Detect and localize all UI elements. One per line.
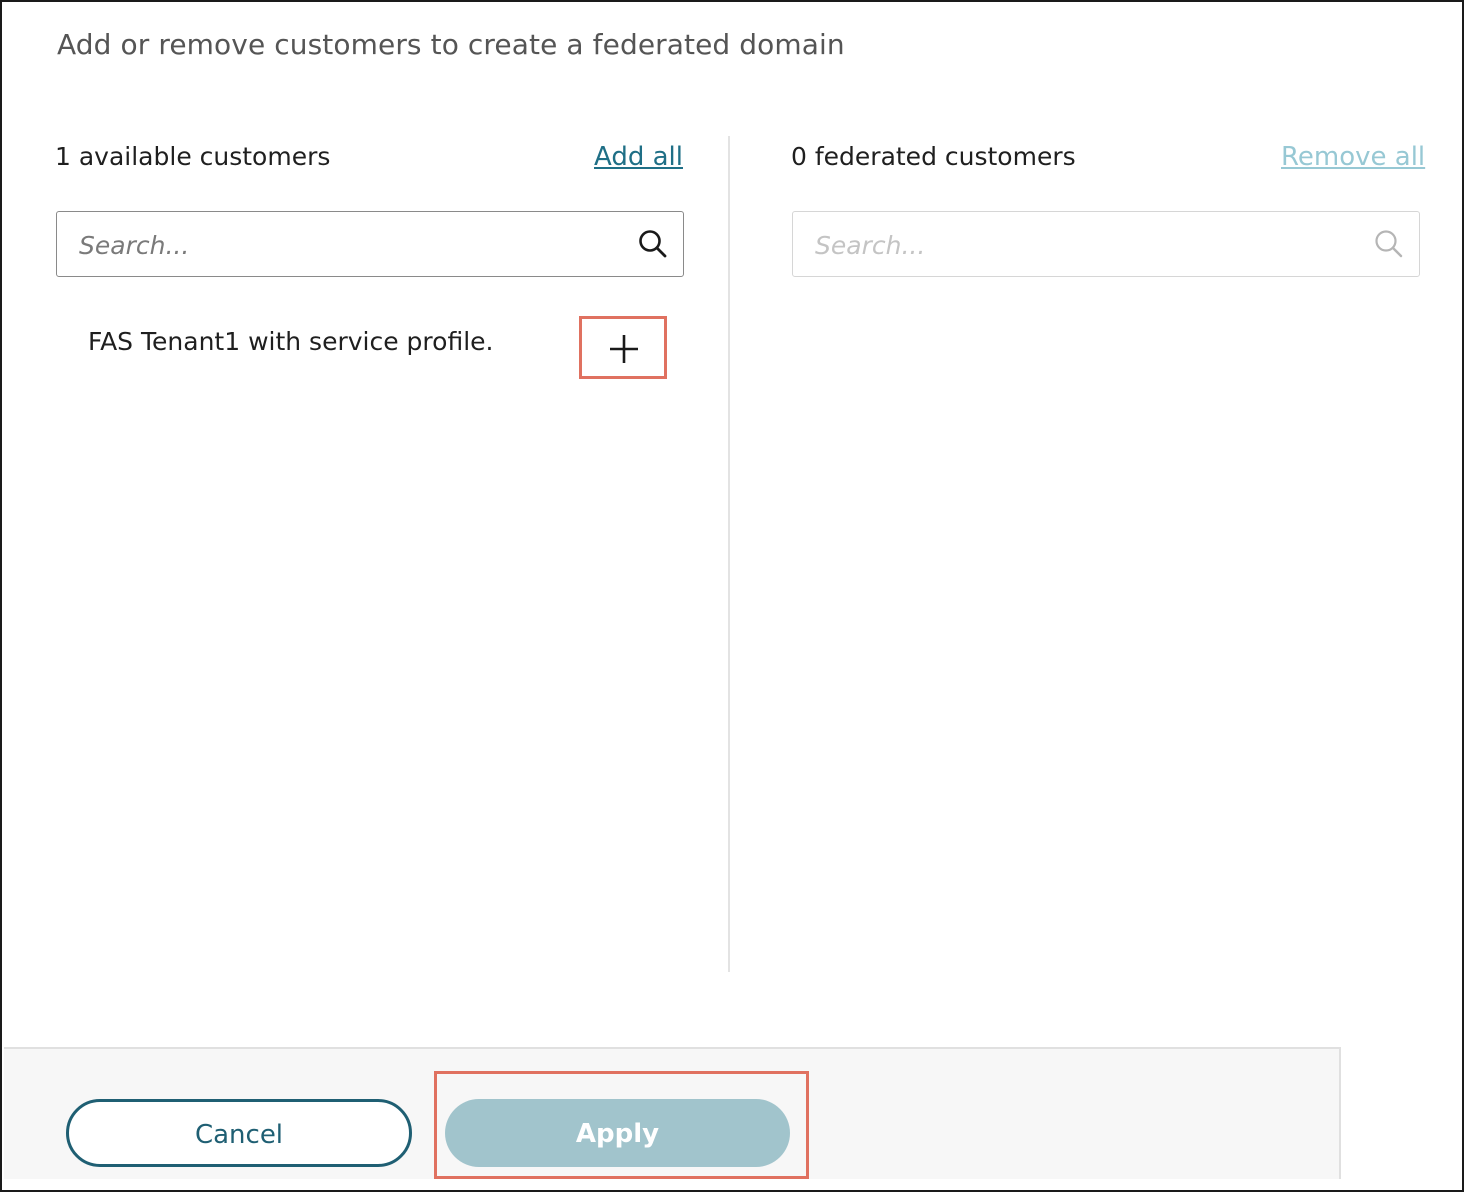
apply-button[interactable]: Apply bbox=[445, 1099, 790, 1167]
search-icon[interactable] bbox=[637, 228, 669, 260]
available-search-input[interactable] bbox=[77, 212, 601, 278]
search-icon[interactable] bbox=[1373, 228, 1405, 260]
available-search-box[interactable] bbox=[56, 211, 684, 278]
cancel-button[interactable]: Cancel bbox=[66, 1099, 412, 1167]
add-customer-button[interactable] bbox=[579, 316, 667, 379]
federated-search-input[interactable] bbox=[813, 212, 1337, 278]
panel-divider bbox=[728, 136, 730, 972]
federated-search-box[interactable] bbox=[792, 211, 1420, 278]
remove-all-link[interactable]: Remove all bbox=[1281, 142, 1425, 172]
dialog-title: Add or remove customers to create a fede… bbox=[57, 28, 845, 61]
federated-domain-dialog: Add or remove customers to create a fede… bbox=[0, 0, 1464, 1192]
federated-customers-heading: 0 federated customers bbox=[791, 142, 1076, 171]
list-item: FAS Tenant1 with service profile. bbox=[88, 327, 494, 356]
plus-icon bbox=[610, 335, 638, 363]
available-customers-heading: 1 available customers bbox=[55, 142, 331, 171]
add-all-link[interactable]: Add all bbox=[594, 142, 683, 172]
